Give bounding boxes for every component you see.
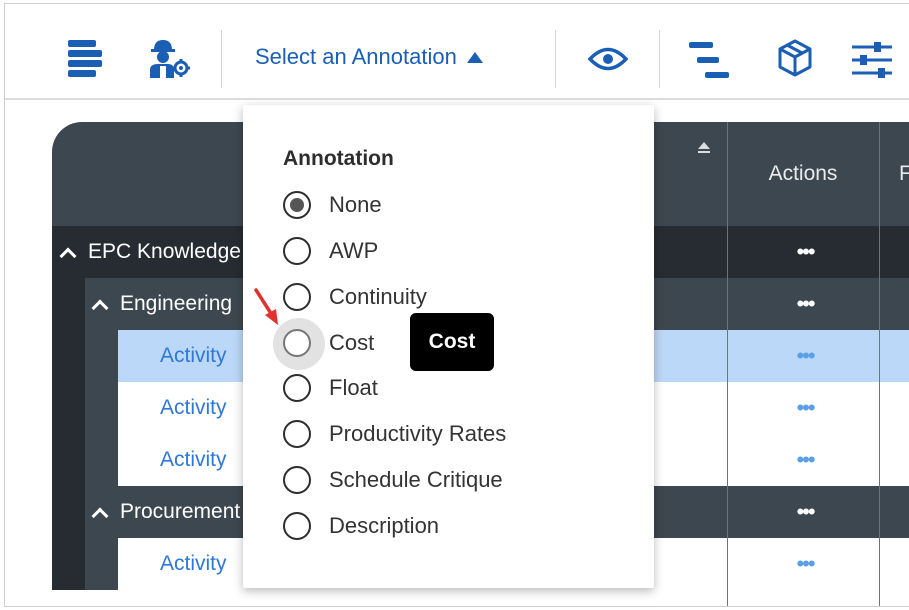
actions-column-header[interactable]: Actions bbox=[727, 122, 879, 226]
sliders-icon[interactable] bbox=[852, 42, 892, 83]
collapse-chevron-icon[interactable] bbox=[59, 247, 77, 265]
row-label[interactable]: Activity bbox=[160, 538, 227, 590]
annotation-option-description[interactable]: Description bbox=[283, 509, 439, 543]
toolbar: Select an Annotation bbox=[5, 4, 909, 100]
annotation-option-continuity[interactable]: Continuity bbox=[283, 280, 427, 314]
row-actions-button[interactable]: ••• bbox=[780, 278, 830, 330]
radio-icon[interactable] bbox=[283, 283, 311, 311]
toolbar-separator bbox=[221, 30, 222, 88]
column-divider bbox=[727, 122, 728, 606]
annotation-option-awp[interactable]: AWP bbox=[283, 234, 378, 268]
eye-icon[interactable] bbox=[587, 46, 629, 77]
collapse-chevron-icon[interactable] bbox=[91, 507, 109, 525]
collapse-chevron-icon[interactable] bbox=[91, 299, 109, 317]
annotation-select[interactable]: Select an Annotation bbox=[255, 42, 483, 72]
annotation-option-productivity-rates[interactable]: Productivity Rates bbox=[283, 417, 506, 451]
row-actions-button[interactable]: ••• bbox=[780, 330, 830, 382]
row-label: Engineering bbox=[120, 292, 233, 315]
row-label: EPC Knowledge bbox=[88, 240, 241, 263]
next-column-header[interactable]: F bbox=[899, 162, 909, 186]
toolbar-separator bbox=[555, 30, 556, 88]
radio-icon[interactable] bbox=[283, 329, 311, 357]
option-label: Cost bbox=[329, 330, 375, 355]
option-label: Description bbox=[329, 513, 440, 538]
option-label: Float bbox=[329, 375, 378, 400]
row-actions-button[interactable]: ••• bbox=[780, 382, 830, 434]
gantt-bars-icon[interactable] bbox=[689, 42, 729, 83]
engineer-settings-icon[interactable] bbox=[146, 38, 190, 85]
option-label: AWP bbox=[329, 238, 379, 263]
list-stack-icon[interactable] bbox=[68, 40, 102, 83]
row-label[interactable]: Activity bbox=[160, 382, 227, 434]
toolbar-separator bbox=[659, 30, 660, 88]
row-label[interactable]: Activity bbox=[160, 330, 227, 382]
annotation-option-float[interactable]: Float bbox=[283, 371, 378, 405]
radio-icon[interactable] bbox=[283, 512, 311, 540]
column-divider bbox=[879, 122, 880, 606]
row-actions-button[interactable]: ••• bbox=[780, 226, 830, 278]
radio-icon[interactable] bbox=[283, 237, 311, 265]
row-label[interactable]: Activity bbox=[160, 434, 227, 486]
dropdown-title: Annotation bbox=[283, 147, 394, 170]
option-label: Productivity Rates bbox=[329, 421, 507, 446]
option-label: None bbox=[329, 192, 382, 217]
row-actions-button[interactable]: ••• bbox=[780, 486, 830, 538]
row-label: Procurement bbox=[120, 500, 241, 523]
annotation-option-none[interactable]: None bbox=[283, 188, 382, 222]
radio-icon[interactable] bbox=[283, 374, 311, 402]
option-label: Continuity bbox=[329, 284, 427, 309]
annotation-option-cost[interactable]: Cost bbox=[283, 326, 374, 360]
radio-icon[interactable] bbox=[283, 420, 311, 448]
pointer-arrow-icon bbox=[253, 287, 283, 334]
sort-ascending-icon[interactable] bbox=[698, 142, 710, 153]
row-actions-button[interactable]: ••• bbox=[780, 434, 830, 486]
radio-checked-icon[interactable] bbox=[283, 191, 311, 219]
cube-icon[interactable] bbox=[777, 39, 813, 82]
option-label: Schedule Critique bbox=[329, 467, 503, 492]
annotation-select-label: Select an Annotation bbox=[255, 44, 457, 69]
radio-icon[interactable] bbox=[283, 466, 311, 494]
row-actions-button[interactable]: ••• bbox=[780, 538, 830, 590]
app-frame: Select an Annotation Actions EPC Knowled… bbox=[4, 3, 909, 607]
option-tooltip: Cost bbox=[410, 313, 494, 371]
annotation-option-schedule-critique[interactable]: Schedule Critique bbox=[283, 463, 503, 497]
caret-up-icon bbox=[466, 51, 483, 63]
